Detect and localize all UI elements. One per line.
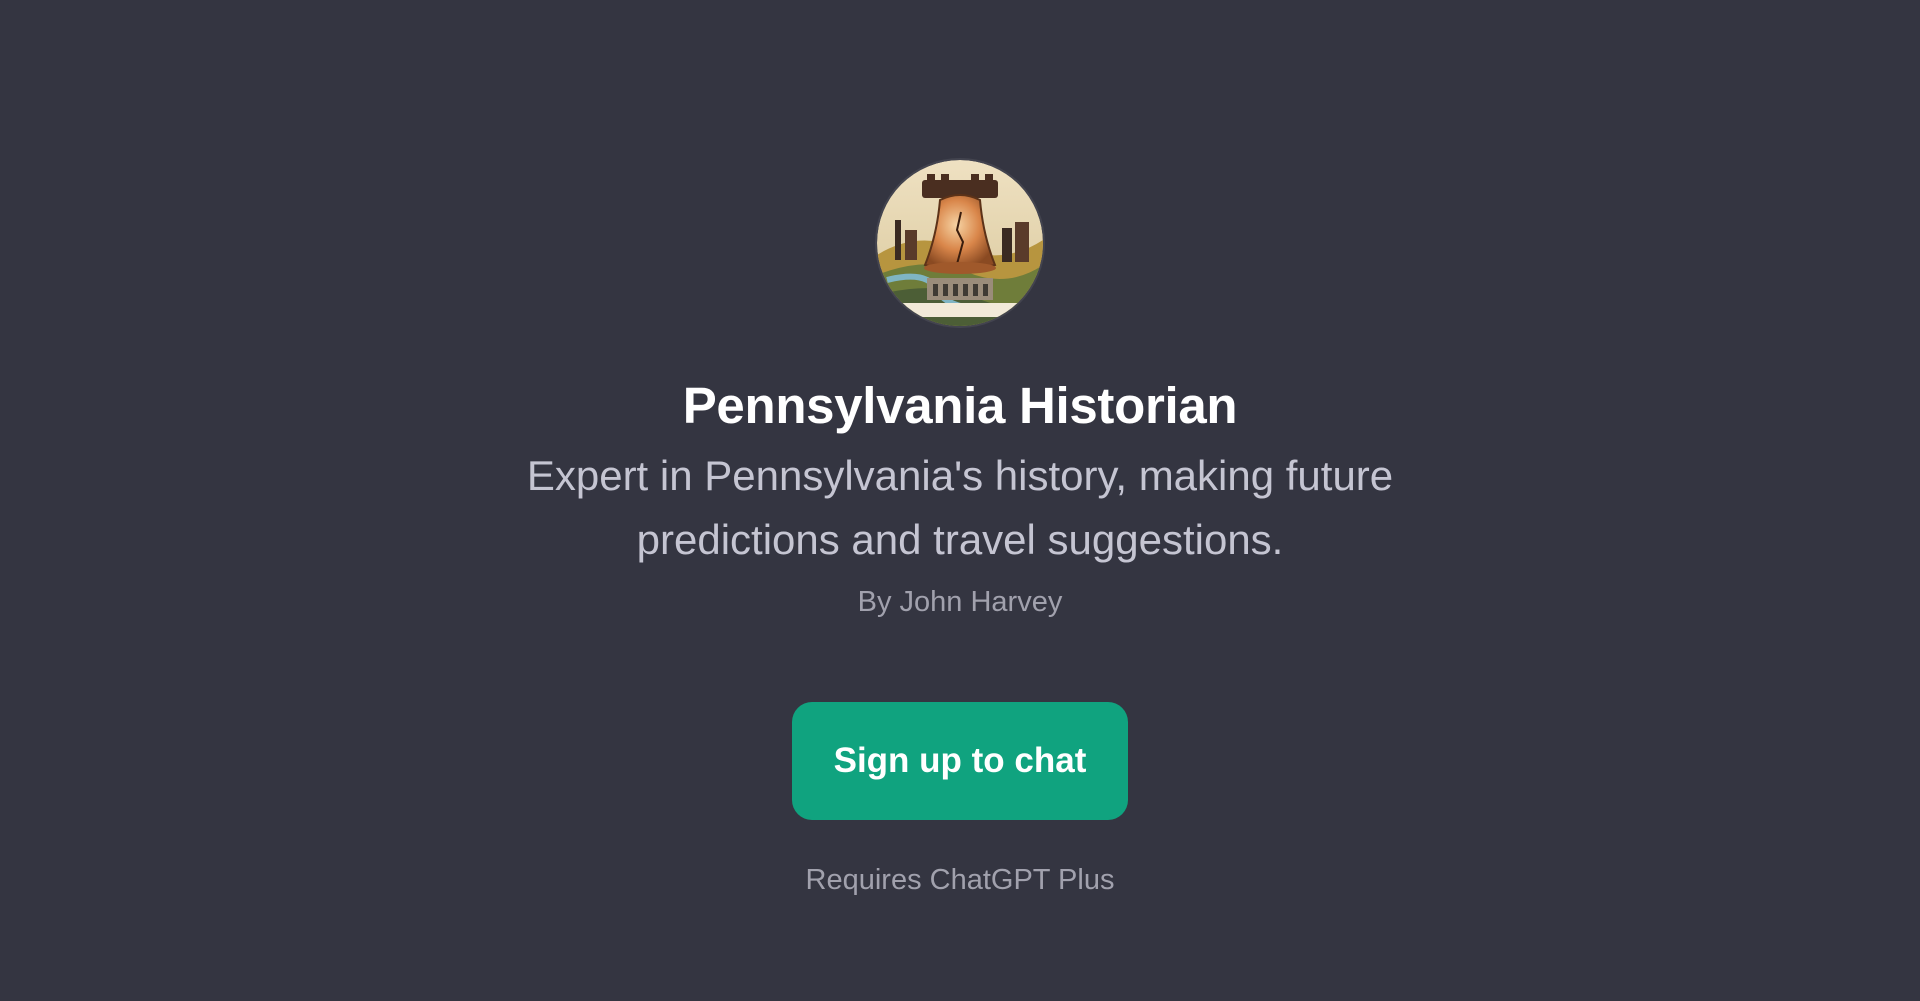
gpt-title: Pennsylvania Historian <box>682 377 1238 434</box>
liberty-bell-icon <box>877 160 1043 326</box>
gpt-landing-page: Pennsylvania Historian Expert in Pennsyl… <box>0 0 1920 1001</box>
gpt-avatar <box>877 160 1043 326</box>
sign-up-to-chat-button[interactable]: Sign up to chat <box>792 702 1128 820</box>
plan-requirement-note: Requires ChatGPT Plus <box>805 864 1115 896</box>
gpt-description: Expert in Pennsylvania's history, making… <box>526 452 1394 563</box>
gpt-author: By John Harvey <box>857 586 1063 618</box>
